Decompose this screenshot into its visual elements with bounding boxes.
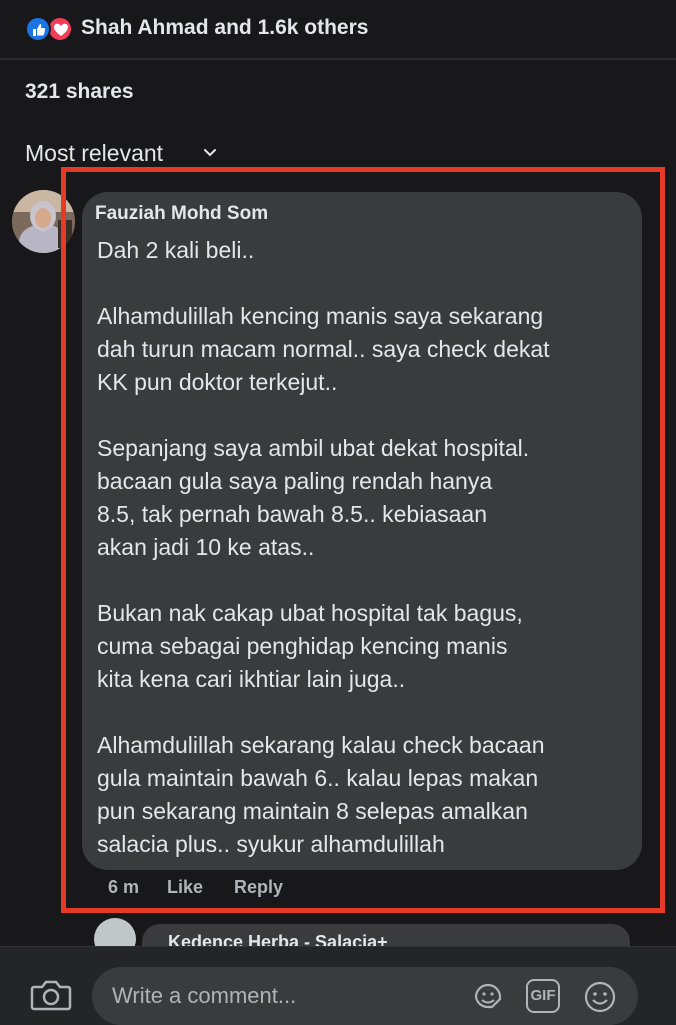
comment-paragraph: Bukan nak cakap ubat hospital tak bagus,… [97,600,523,692]
divider [0,58,676,60]
comment-like-button[interactable]: Like [167,877,203,898]
comment-input-placeholder: Write a comment... [112,983,297,1008]
next-comment-preview: Kedence Herba - Salacia+ [0,916,676,946]
comment-input[interactable]: Write a comment... GIF [92,967,638,1025]
comment-composer-bar: Write a comment... GIF [0,946,676,1025]
comment-reply-button[interactable]: Reply [234,877,283,898]
gif-label: GIF [530,987,556,1004]
comment-paragraph: Alhamdulillah sekarang kalau check bacaa… [97,732,545,857]
comment-text: Dah 2 kali beli.. Alhamdulillah kencing … [97,234,637,861]
reactions-summary[interactable]: Shah Ahmad and 1.6k others [0,0,676,58]
camera-icon[interactable] [30,977,72,1013]
comment-timestamp: 6 m [108,877,140,897]
reaction-icons [25,16,75,42]
avatar[interactable] [12,190,75,253]
comment-author-name[interactable]: Fauziah Mohd Som [95,203,268,225]
comment-paragraph: Alhamdulillah kencing manis saya sekaran… [97,303,550,395]
sort-label: Most relevant [25,140,164,166]
like-reaction-icon [25,16,51,42]
comment-paragraph: Dah 2 kali beli.. [97,237,255,263]
comment-author-name[interactable]: Kedence Herba - Salacia+ [168,932,388,946]
shares-count[interactable]: 321 shares [25,80,134,104]
sticker-icon[interactable] [470,979,506,1015]
avatar[interactable] [94,918,136,946]
chevron-down-icon [204,149,216,157]
emoji-icon[interactable] [582,979,618,1015]
comment-paragraph: Sepanjang saya ambil ubat dekat hospital… [97,435,530,560]
comment-sort-dropdown[interactable]: Most relevant [25,140,216,170]
reactions-count-text[interactable]: Shah Ahmad and 1.6k others [81,16,368,40]
gif-icon[interactable]: GIF [526,979,560,1013]
